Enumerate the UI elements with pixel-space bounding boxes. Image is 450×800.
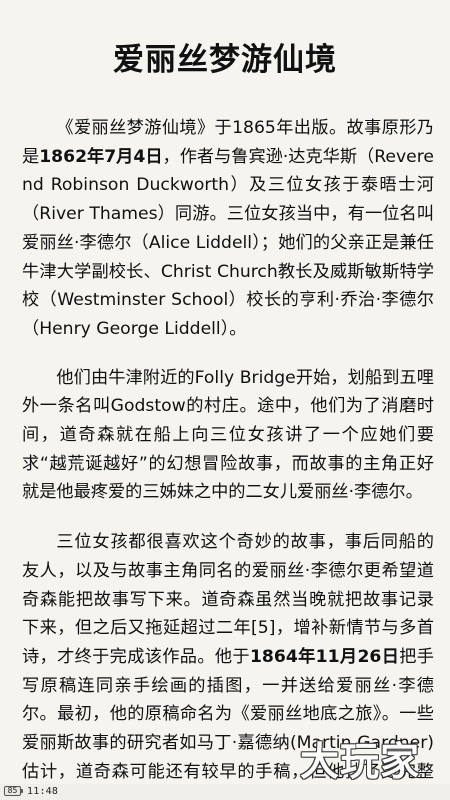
paragraph-3-text-end: 把手写原稿连同亲手绘画的插图，一并送给爱丽丝·李德尔。最初，他的原稿命名为《爱丽…: [22, 646, 434, 782]
paragraph-1-text-end: ，作者与鲁宾逊·达克华斯（Reverend Robinson Duckworth…: [22, 146, 434, 339]
status-bar: 85 11:48: [0, 784, 450, 800]
page-title: 爱丽丝梦游仙境: [113, 42, 337, 78]
battery-level: 85: [7, 786, 18, 795]
paragraph-3-date: 1864年11月26日: [249, 646, 400, 667]
reader-page: 爱丽丝梦游仙境 《爱丽丝梦游仙境》于1865年出版。故事原形乃是1862年7月4…: [0, 0, 450, 784]
paragraph-1: 《爱丽丝梦游仙境》于1865年出版。故事原形乃是1862年7月4日，作者与鲁宾逊…: [22, 114, 434, 344]
paragraph-2: 他们由牛津附近的Folly Bridge开始，划船到五哩外一条名叫Godstow…: [22, 364, 434, 508]
paragraph-2-text: 他们由牛津附近的Folly Bridge开始，划船到五哩外一条名叫Godstow…: [22, 367, 434, 503]
paragraph-3: 三位女孩都很喜欢这个奇妙的故事，事后同船的友人，以及与故事主角同名的爱丽丝·李德…: [22, 528, 434, 784]
article-content: 《爱丽丝梦游仙境》于1865年出版。故事原形乃是1862年7月4日，作者与鲁宾逊…: [22, 114, 434, 784]
status-time: 11:48: [27, 786, 59, 797]
paragraph-1-date: 1862年7月4日: [39, 146, 163, 167]
battery-icon: 85: [4, 786, 23, 796]
